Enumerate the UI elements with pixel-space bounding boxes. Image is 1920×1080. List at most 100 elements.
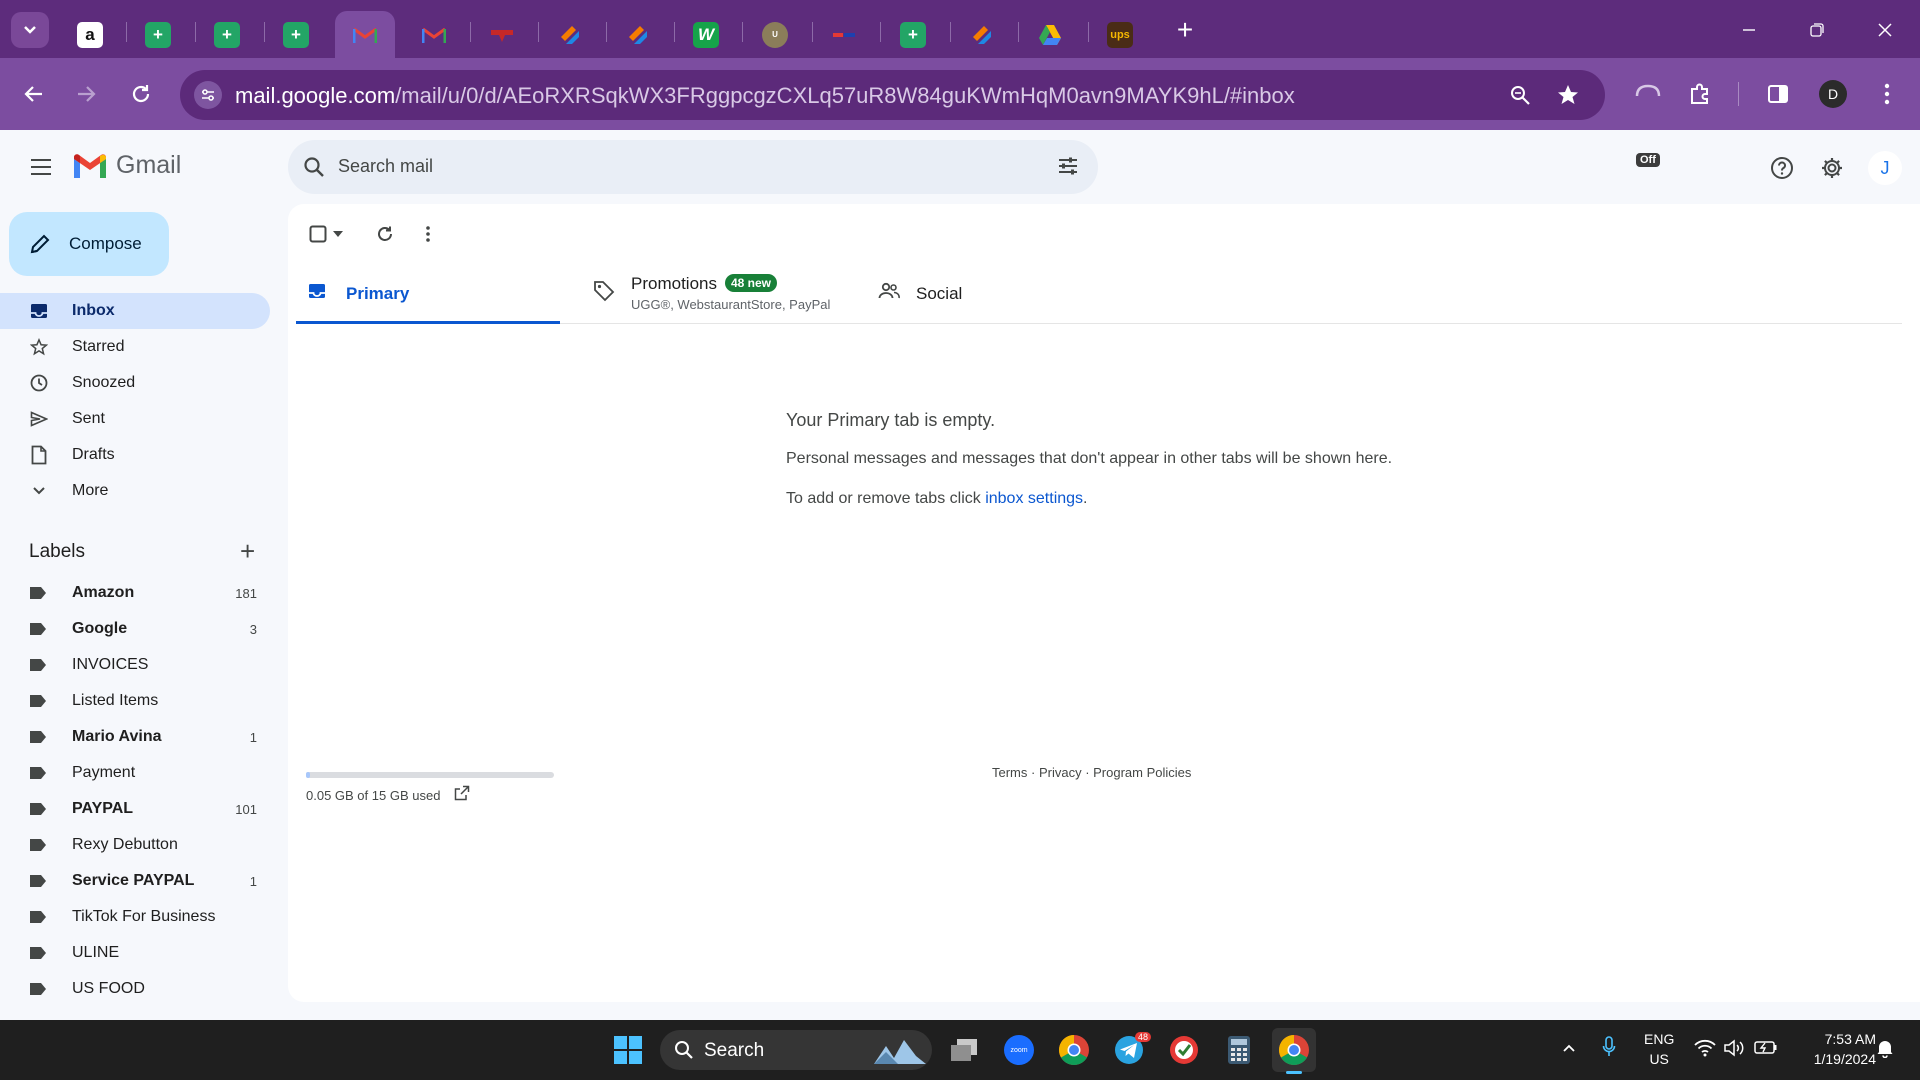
extension-off-button[interactable]	[1628, 74, 1668, 114]
microphone-icon	[1602, 1036, 1616, 1056]
browser-tab[interactable]: ups	[1090, 11, 1150, 58]
browser-tab[interactable]	[1020, 11, 1080, 58]
compose-button[interactable]: Compose	[9, 212, 169, 276]
browser-tab[interactable]	[608, 11, 668, 58]
microphone-button[interactable]	[1602, 1036, 1616, 1062]
url-text[interactable]: mail.google.com/mail/u/0/d/AEoRXRSqkWX3F…	[235, 83, 1295, 109]
tab-separator	[470, 22, 471, 42]
label-item[interactable]: Mario Avina 1	[0, 719, 270, 755]
manage-storage-link[interactable]	[454, 785, 470, 806]
gmail-logo[interactable]: Gmail	[72, 151, 181, 180]
browser-tab[interactable]	[814, 11, 874, 58]
search-bar[interactable]: Search mail	[288, 140, 1098, 194]
browser-tab[interactable]	[952, 11, 1012, 58]
clock-date: 1/19/2024	[1813, 1051, 1876, 1067]
search-icon[interactable]	[302, 155, 326, 179]
label-item[interactable]: Payment	[0, 755, 270, 791]
show-hidden-icons-button[interactable]	[1562, 1040, 1576, 1057]
browser-tab-active[interactable]	[335, 11, 395, 58]
privacy-link[interactable]: Privacy	[1039, 765, 1082, 780]
uline-icon: U	[762, 21, 788, 48]
browser-tab[interactable]: +	[197, 11, 257, 58]
browser-tab[interactable]: +	[883, 11, 943, 58]
label-item[interactable]: US FOOD	[0, 971, 270, 1007]
caret-down-icon[interactable]	[333, 231, 343, 237]
program-policies-link[interactable]: Program Policies	[1093, 765, 1191, 780]
nav-item-more[interactable]: More	[0, 473, 270, 509]
browser-tab[interactable]: U	[745, 11, 805, 58]
chevron-down-icon	[29, 481, 49, 501]
site-info-button[interactable]	[194, 81, 222, 109]
label-item[interactable]: Service PAYPAL 1	[0, 863, 270, 899]
browser-tab[interactable]	[472, 11, 532, 58]
account-avatar[interactable]: J	[1868, 151, 1902, 185]
nav-item-starred[interactable]: Starred	[0, 329, 270, 365]
new-tab-button[interactable]: +	[1168, 14, 1202, 48]
reload-button[interactable]	[121, 74, 161, 114]
browser-tab[interactable]: a	[60, 11, 120, 58]
search-input[interactable]: Search mail	[338, 156, 433, 177]
nav-item-snoozed[interactable]: Snoozed	[0, 365, 270, 401]
taskbar-calculator[interactable]	[1217, 1028, 1261, 1072]
tab-promotions[interactable]: Promotions 48 new UGG®, WebstaurantStore,…	[581, 262, 846, 324]
inbox-settings-link[interactable]: inbox settings	[985, 490, 1083, 507]
taskbar-chrome-active[interactable]	[1272, 1028, 1316, 1074]
browser-tab[interactable]: +	[266, 11, 326, 58]
create-label-button[interactable]: +	[240, 538, 255, 564]
taskbar-search[interactable]: Search	[660, 1030, 932, 1070]
profile-button[interactable]: D	[1813, 74, 1853, 114]
support-button[interactable]	[1764, 150, 1800, 186]
notification-center-button[interactable]	[1876, 1038, 1894, 1062]
search-options-icon[interactable]	[1056, 154, 1080, 178]
label-item[interactable]: INVOICES	[0, 647, 270, 683]
system-clock[interactable]: 7:53 AM 1/19/2024	[1796, 1029, 1876, 1069]
forward-button[interactable]	[66, 74, 106, 114]
address-bar[interactable]: mail.google.com/mail/u/0/d/AEoRXRSqkWX3F…	[180, 70, 1605, 120]
label-item[interactable]: Listed Items	[0, 683, 270, 719]
gmail-icon	[352, 22, 378, 48]
label-item[interactable]: ULINE	[0, 935, 270, 971]
minimize-button[interactable]	[1726, 10, 1772, 50]
browser-menu-button[interactable]	[1867, 74, 1907, 114]
battery-status[interactable]	[1754, 1039, 1778, 1059]
label-item[interactable]: PAYPAL 101	[0, 791, 270, 827]
settings-button[interactable]	[1814, 150, 1850, 186]
wifi-status[interactable]	[1694, 1039, 1716, 1061]
label-item[interactable]: Google 3	[0, 611, 270, 647]
tab-social[interactable]: Social	[866, 262, 1131, 324]
back-button[interactable]	[14, 74, 54, 114]
browser-tab[interactable]	[404, 11, 464, 58]
close-window-button[interactable]	[1862, 10, 1908, 50]
label-item[interactable]: Amazon 181	[0, 575, 270, 611]
nav-item-sent[interactable]: Sent	[0, 401, 270, 437]
more-options-button[interactable]	[416, 220, 440, 248]
task-view-button[interactable]	[942, 1028, 986, 1072]
tab-search-button[interactable]	[11, 12, 49, 48]
side-panel-button[interactable]	[1758, 74, 1798, 114]
gmail-m-icon	[74, 153, 106, 178]
nav-item-drafts[interactable]: Drafts	[0, 437, 270, 473]
main-menu-button[interactable]	[24, 150, 58, 184]
bookmark-button[interactable]	[1555, 82, 1581, 108]
terms-link[interactable]: Terms	[992, 765, 1027, 780]
tab-primary[interactable]: Primary	[296, 262, 560, 324]
label-item[interactable]: TikTok For Business	[0, 899, 270, 935]
volume-status[interactable]	[1724, 1039, 1746, 1061]
nav-item-inbox[interactable]: Inbox	[0, 293, 270, 329]
browser-tab[interactable]	[540, 11, 600, 58]
taskbar-zoom[interactable]: zoom	[997, 1028, 1041, 1072]
label-item[interactable]: Rexy Debutton	[0, 827, 270, 863]
language-indicator[interactable]: ENG US	[1644, 1029, 1674, 1069]
zoom-button[interactable]	[1507, 82, 1533, 108]
browser-tab[interactable]: +	[128, 11, 188, 58]
refresh-button[interactable]	[371, 220, 399, 248]
select-all-checkbox[interactable]	[306, 220, 346, 248]
extensions-button[interactable]	[1680, 74, 1720, 114]
browser-tab[interactable]: W	[676, 11, 736, 58]
taskbar-task-app[interactable]	[1162, 1028, 1206, 1072]
restore-button[interactable]	[1794, 10, 1840, 50]
start-button[interactable]	[606, 1028, 650, 1072]
tab-separator	[1018, 22, 1019, 42]
taskbar-telegram[interactable]: 48	[1107, 1028, 1151, 1072]
taskbar-chrome-profile-1[interactable]	[1052, 1028, 1096, 1072]
